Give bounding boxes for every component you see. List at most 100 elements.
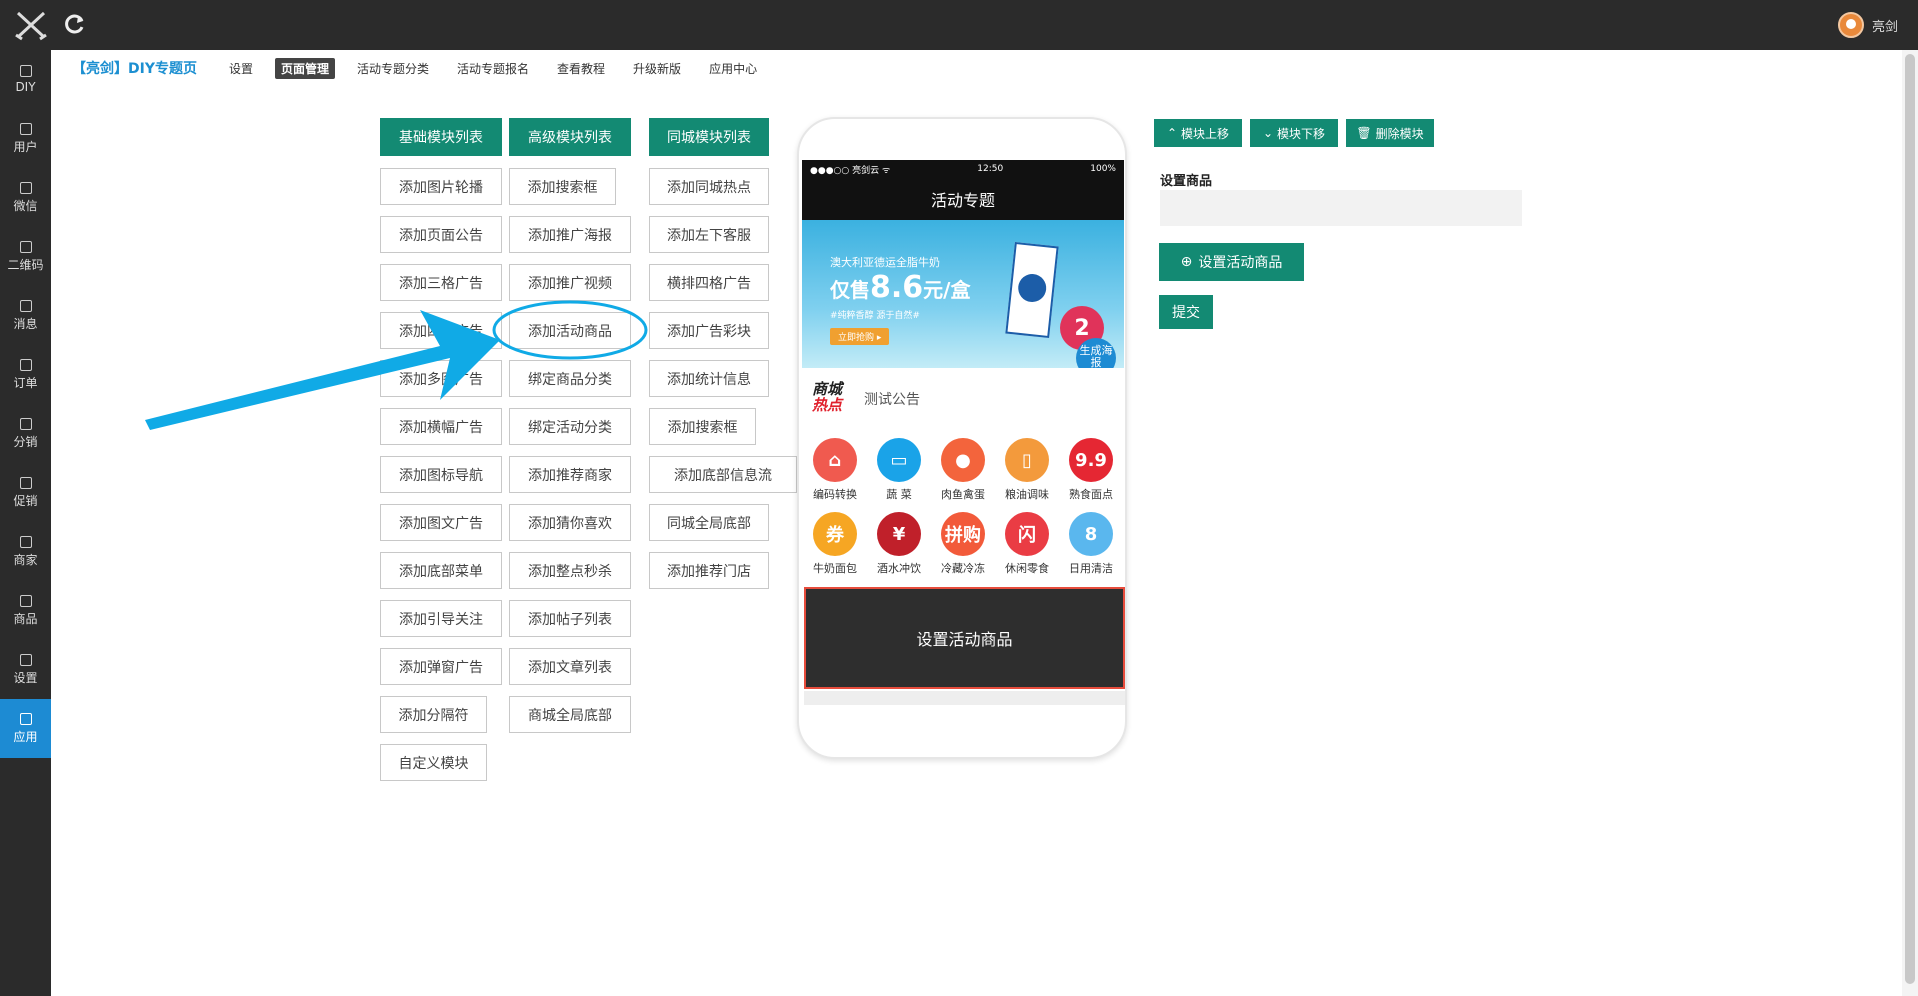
refresh-icon[interactable] <box>64 13 86 35</box>
category-label: 蔬 菜 <box>886 488 912 501</box>
nav-icon-item[interactable]: ▭ 蔬 菜 <box>867 430 931 504</box>
city-modules-button[interactable]: 添加底部信息流 <box>649 456 797 493</box>
document-icon <box>19 653 32 666</box>
city-modules-button[interactable]: 横排四格广告 <box>649 264 769 301</box>
nav-icon-item[interactable]: 闪休闲零食 <box>995 504 1059 578</box>
sidebar-item-0[interactable]: DIY <box>0 50 51 109</box>
city-modules-button[interactable]: 添加推荐门店 <box>649 552 769 589</box>
advanced-modules-button[interactable]: 添加搜索框 <box>509 168 616 205</box>
sidebar-item-2[interactable]: 微信 <box>0 168 51 227</box>
sidebar-item-9[interactable]: 商品 <box>0 581 51 640</box>
basic-modules-button[interactable]: 添加四格广告 <box>380 312 502 349</box>
advanced-modules-button[interactable]: 添加推荐商家 <box>509 456 631 493</box>
advanced-modules-button[interactable]: 添加帖子列表 <box>509 600 631 637</box>
module-header-1[interactable]: 高级模块列表 <box>509 118 631 156</box>
page-brand-title[interactable]: 【亮剑】DIY专题页 <box>72 58 197 78</box>
generate-poster-button[interactable]: 生成海报 <box>1076 338 1116 368</box>
basic-modules-button[interactable]: 添加弹窗广告 <box>380 648 502 685</box>
banner-carousel[interactable]: 澳大利亚德运全脂牛奶 仅售8.6元/盒 #纯粹香醇 源于自然# 立即抢购 ▸ 2… <box>802 220 1124 368</box>
module-header-2[interactable]: 同城模块列表 <box>649 118 769 156</box>
basic-modules-button[interactable]: 自定义模块 <box>380 744 487 781</box>
wechat-icon <box>19 181 32 194</box>
notice-bar[interactable]: 商城 热点 测试公告 <box>802 368 1124 430</box>
tab-4[interactable]: 查看教程 <box>551 58 611 79</box>
tab-3[interactable]: 活动专题报名 <box>451 58 535 79</box>
crossed-swords-logo-icon[interactable] <box>14 9 48 41</box>
basic-modules-button[interactable]: 添加引导关注 <box>380 600 502 637</box>
advanced-modules-button[interactable]: 添加整点秒杀 <box>509 552 631 589</box>
sidebar-item-6[interactable]: 分销 <box>0 404 51 463</box>
nav-icon-item[interactable]: ¥ 酒水冲饮 <box>867 504 931 578</box>
category-label: 编码转换 <box>813 488 857 501</box>
basic-modules-button[interactable]: 添加图标导航 <box>380 456 502 493</box>
basic-modules-button[interactable]: 添加页面公告 <box>380 216 502 253</box>
submit-button[interactable]: 提交 <box>1159 295 1213 329</box>
city-modules-button[interactable]: 添加同城热点 <box>649 168 769 205</box>
banner-price: 仅售8.6元/盒 <box>830 270 970 305</box>
basic-modules-button[interactable]: 添加多图广告 <box>380 360 502 397</box>
advanced-modules-button[interactable]: 添加文章列表 <box>509 648 631 685</box>
activity-goods-module[interactable]: 设置活动商品 <box>804 587 1125 689</box>
advanced-modules-button[interactable]: 商城全局底部 <box>509 696 631 733</box>
category-icon: 券 <box>813 512 857 556</box>
banner-buy-button[interactable]: 立即抢购 ▸ <box>830 328 890 345</box>
phone-battery: 100% <box>1090 164 1116 174</box>
city-modules-button[interactable]: 添加广告彩块 <box>649 312 769 349</box>
basic-modules-button[interactable]: 添加图片轮播 <box>380 168 502 205</box>
city-modules-button[interactable]: 同城全局底部 <box>649 504 769 541</box>
advanced-modules-button[interactable]: 绑定商品分类 <box>509 360 631 397</box>
delete-module-button[interactable]: 🗑 删除模块 <box>1346 119 1434 147</box>
sidebar-item-3[interactable]: 二维码 <box>0 227 51 286</box>
category-icon: ▭ <box>877 438 921 482</box>
tab-5[interactable]: 升级新版 <box>627 58 687 79</box>
basic-modules-button[interactable]: 添加底部菜单 <box>380 552 502 589</box>
basic-modules-button[interactable]: 添加横幅广告 <box>380 408 502 445</box>
city-modules-button[interactable]: 添加统计信息 <box>649 360 769 397</box>
nav-icon-item[interactable]: 券牛奶面包 <box>803 504 867 578</box>
category-label: 熟食面点 <box>1069 488 1113 501</box>
category-icon: 闪 <box>1005 512 1049 556</box>
nav-icon-item[interactable]: 9.9 熟食面点 <box>1059 430 1123 504</box>
set-goods-label: 设置商品 <box>1160 174 1213 189</box>
tab-0[interactable]: 设置 <box>223 58 259 79</box>
user-menu[interactable]: 亮剑 <box>1837 12 1898 38</box>
basic-modules-button[interactable]: 添加三格广告 <box>380 264 502 301</box>
city-modules-button[interactable]: 添加搜索框 <box>649 408 756 445</box>
page-scrollbar[interactable] <box>1902 50 1918 996</box>
advanced-modules-button[interactable]: 添加活动商品 <box>509 312 631 349</box>
set-activity-goods-button[interactable]: ⊕ 设置活动商品 <box>1159 243 1304 281</box>
nav-icon-item[interactable]: 拼购 冷藏冷冻 <box>931 504 995 578</box>
advanced-modules-button[interactable]: 绑定活动分类 <box>509 408 631 445</box>
scrollbar-thumb[interactable] <box>1905 54 1915 984</box>
module-header-0[interactable]: 基础模块列表 <box>380 118 502 156</box>
goods-field[interactable] <box>1160 190 1522 226</box>
sidebar-item-label: 商品 <box>13 611 38 626</box>
move-down-button[interactable]: ⌄ 模块下移 <box>1250 119 1338 147</box>
advanced-modules-button[interactable]: 添加推广视频 <box>509 264 631 301</box>
basic-modules-button[interactable]: 添加图文广告 <box>380 504 502 541</box>
sidebar-item-8[interactable]: 商家 <box>0 522 51 581</box>
sidebar-item-label: 应用 <box>13 729 38 744</box>
advanced-modules-button[interactable]: 添加猜你喜欢 <box>509 504 631 541</box>
nav-icon-item[interactable]: 8 日用清洁 <box>1059 504 1123 578</box>
sidebar-item-5[interactable]: 订单 <box>0 345 51 404</box>
delete-label: 删除模块 <box>1375 126 1424 141</box>
category-icon: 拼购 <box>941 512 985 556</box>
tab-2[interactable]: 活动专题分类 <box>351 58 435 79</box>
sidebar-item-7[interactable]: 促销 <box>0 463 51 522</box>
sidebar-item-10[interactable]: 设置 <box>0 640 51 699</box>
tab-6[interactable]: 应用中心 <box>703 58 763 79</box>
category-label: 休闲零食 <box>1005 562 1049 575</box>
city-modules-button[interactable]: 添加左下客服 <box>649 216 769 253</box>
move-up-button[interactable]: ⌃ 模块上移 <box>1154 119 1242 147</box>
nav-icon-item[interactable]: ⌂ 编码转换 <box>803 430 867 504</box>
sidebar-item-label: 微信 <box>13 198 38 213</box>
basic-modules-button[interactable]: 添加分隔符 <box>380 696 487 733</box>
nav-icon-item[interactable]: ● 肉鱼禽蛋 <box>931 430 995 504</box>
sidebar-item-4[interactable]: 消息 <box>0 286 51 345</box>
nav-icon-item[interactable]: ▯ 粮油调味 <box>995 430 1059 504</box>
sidebar-item-1[interactable]: 用户 <box>0 109 51 168</box>
advanced-modules-button[interactable]: 添加推广海报 <box>509 216 631 253</box>
sidebar-item-11[interactable]: 应用 <box>0 699 51 758</box>
tab-1[interactable]: 页面管理 <box>274 57 335 79</box>
